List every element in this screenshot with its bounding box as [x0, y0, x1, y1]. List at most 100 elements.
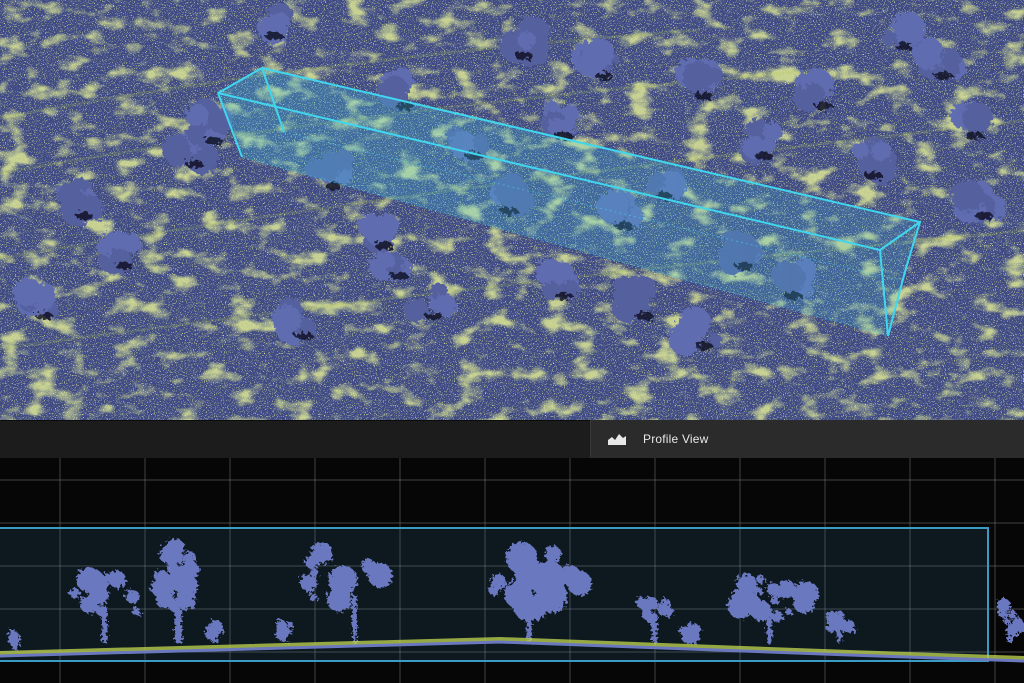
profile-crown-blob — [833, 610, 845, 622]
profile-trunk — [652, 617, 657, 643]
tree-crown-blob — [871, 141, 892, 162]
profile-trunk — [102, 606, 107, 643]
profile-crown-blob — [771, 610, 783, 623]
profile-crown-blob — [1000, 604, 1010, 613]
tree-crown-blob — [706, 67, 724, 85]
tree-crown-blob — [951, 179, 984, 213]
profile-crown-blob — [186, 599, 196, 609]
tree-shadow — [975, 212, 993, 220]
profile-crown-blob — [69, 587, 80, 599]
tree-shadow — [695, 92, 713, 100]
tree-crown-blob — [499, 33, 520, 54]
tree-crown-blob — [57, 183, 78, 205]
profile-crown-blob — [727, 593, 753, 619]
profile-crown-blob — [305, 555, 320, 570]
tree-shadow — [555, 292, 573, 300]
tree-shadow — [185, 160, 203, 168]
profile-crown-blob — [287, 621, 294, 628]
profile-crown-blob — [212, 621, 221, 630]
tree-shadow — [815, 102, 833, 110]
profile-crown-blob — [108, 570, 126, 589]
tree-crown-blob — [561, 118, 577, 134]
tree-crown-blob — [687, 312, 709, 333]
tree-shadow — [295, 332, 313, 340]
tree-shadow — [895, 42, 913, 50]
tree-shadow — [865, 172, 883, 180]
tree-shadow — [265, 32, 283, 40]
profile-crown-blob — [328, 565, 358, 595]
profile-crown-blob — [155, 591, 173, 609]
profile-crown-blob — [299, 574, 317, 592]
tree-shadow — [695, 342, 713, 350]
tree-crown-blob — [403, 297, 429, 323]
profile-crown-blob — [82, 568, 104, 590]
tree-crown-blob — [377, 251, 395, 270]
profile-trunk — [212, 633, 217, 643]
profile-crown-blob — [514, 595, 540, 621]
profile-crown-blob — [793, 591, 815, 614]
profile-crown-blob — [692, 624, 702, 634]
profile-crown-blob — [753, 586, 763, 596]
point-cloud-canvas[interactable] — [0, 0, 1024, 420]
point-cloud-app: Profile View — [0, 0, 1024, 683]
profile-view-canvas[interactable] — [0, 458, 1024, 683]
profile-chart-icon — [607, 431, 629, 447]
profile-crown-blob — [756, 575, 766, 584]
tree-shadow — [115, 262, 133, 270]
profile-crown-blob — [785, 608, 792, 616]
profile-trunk — [687, 636, 692, 645]
tree-shadow — [755, 152, 773, 160]
tree-shadow — [935, 72, 953, 80]
profile-crown-blob — [491, 574, 507, 590]
profile-trunk — [1007, 626, 1012, 643]
profile-trunk — [175, 603, 180, 643]
profile-crown-blob — [770, 596, 779, 605]
tree-shadow — [35, 312, 53, 320]
profile-crown-blob — [187, 578, 195, 586]
tree-shadow — [425, 312, 443, 320]
tree-crown-blob — [161, 134, 191, 164]
tab-profile-view[interactable]: Profile View — [590, 420, 1024, 458]
profile-crown-blob — [566, 570, 592, 596]
tree-shadow — [390, 272, 408, 280]
profile-view-label: Profile View — [643, 432, 709, 446]
tree-crown-blob — [272, 304, 302, 334]
profile-crown-blob — [641, 602, 653, 614]
tree-shadow — [515, 52, 533, 60]
profile-crown-blob — [309, 593, 318, 602]
profile-crown-blob — [132, 607, 141, 616]
tree-crown-blob — [517, 31, 536, 50]
profile-crown-blob — [1008, 610, 1017, 620]
tree-crown-blob — [364, 216, 395, 247]
profile-crown-blob — [560, 572, 569, 581]
profile-trunk — [837, 627, 842, 643]
tree-crown-blob — [612, 275, 643, 306]
tree-crown-blob — [941, 48, 961, 69]
tree-crown-blob — [761, 137, 776, 152]
point-cloud-3d-view[interactable] — [0, 0, 1024, 420]
profile-crown-blob — [171, 572, 184, 585]
profile-crown-blob — [183, 550, 196, 563]
profile-crown-blob — [1003, 617, 1010, 625]
tree-crown-blob — [962, 102, 993, 133]
profile-crown-blob — [161, 544, 178, 561]
profile-crown-blob — [685, 628, 693, 636]
profile-trunk — [767, 611, 772, 643]
tree-crown-blob — [852, 142, 869, 159]
profile-trunk — [282, 633, 287, 643]
tree-crown-blob — [881, 30, 898, 47]
tree-shadow — [595, 72, 613, 80]
profile-trunk — [527, 599, 532, 643]
tree-shadow — [965, 132, 983, 140]
tree-crown-blob — [12, 277, 43, 307]
tree-shadow — [635, 312, 653, 320]
profile-trunk — [12, 641, 17, 650]
tree-shadow — [75, 212, 93, 220]
tree-crown-blob — [97, 238, 115, 256]
profile-crown-blob — [656, 603, 669, 616]
profile-crown-blob — [514, 561, 546, 593]
profile-crown-blob — [1010, 620, 1017, 627]
profile-crown-blob — [154, 570, 169, 585]
tree-shadow — [375, 242, 393, 250]
profile-crown-blob — [544, 545, 562, 563]
